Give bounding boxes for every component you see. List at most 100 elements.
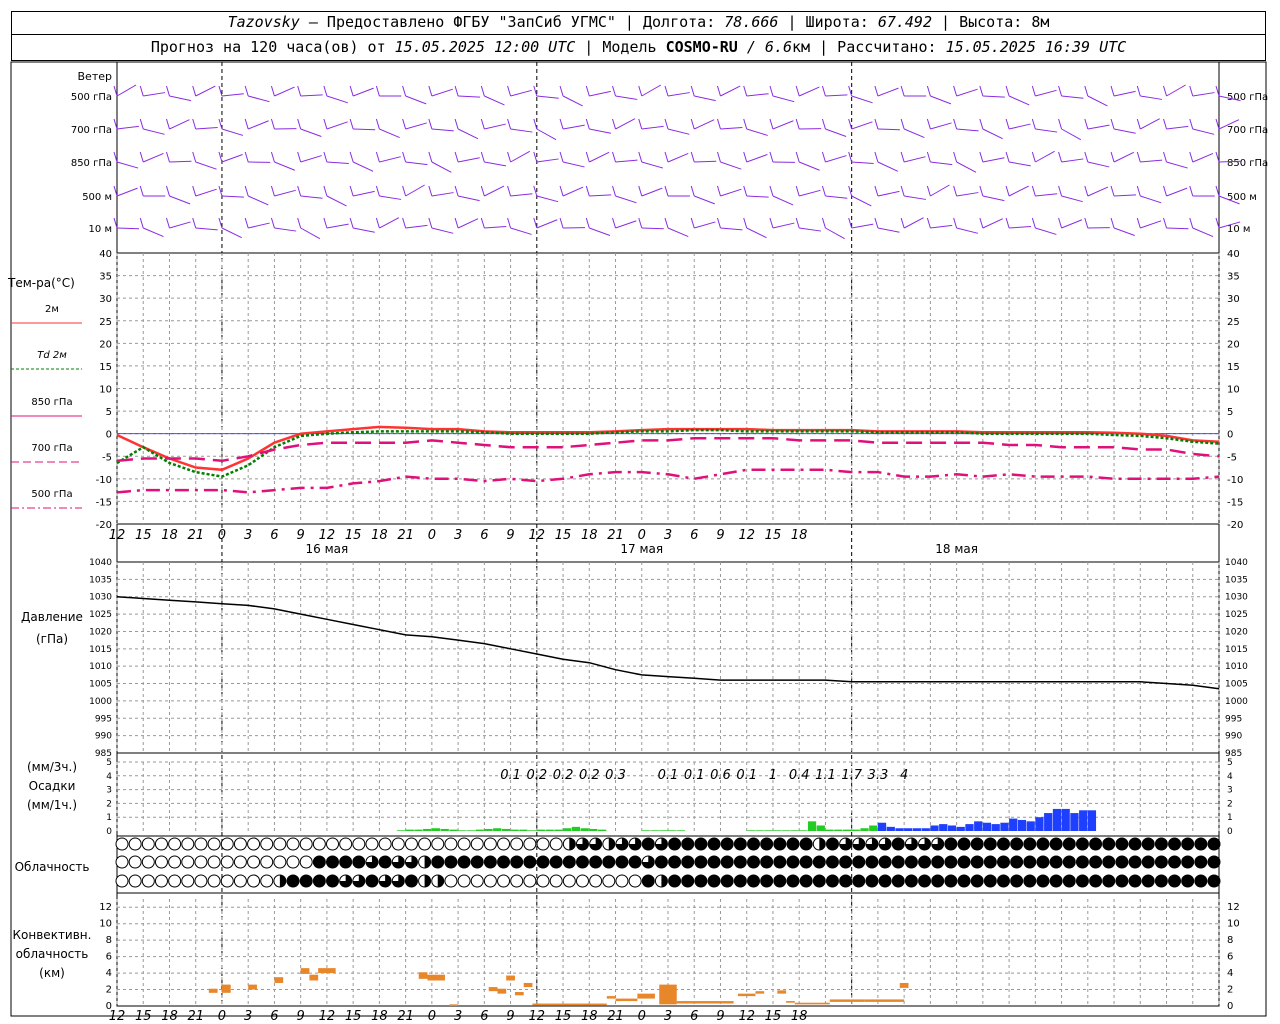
temp-x-tick-label: 0	[428, 528, 436, 543]
wind-barb-shaft	[1087, 124, 1110, 130]
wind-barb-feather	[1163, 151, 1168, 163]
wind-barb-shaft	[1087, 161, 1110, 168]
cloud-circle	[1141, 855, 1155, 869]
cloud-symbol	[470, 837, 484, 851]
cloud-circle	[983, 855, 997, 869]
wind-barb	[218, 118, 244, 136]
wind-barb-shaft	[982, 218, 1004, 229]
conv-tick-label-left: 2	[106, 985, 112, 996]
cloud-symbol	[615, 837, 629, 851]
precip-title-2: Осадки	[29, 779, 76, 793]
cloud-circle	[654, 855, 668, 869]
cloud-symbol	[483, 855, 497, 869]
cloud-symbol	[483, 837, 497, 851]
precip-bar	[589, 828, 598, 831]
wind-barb-shaft	[326, 121, 348, 130]
wind-barb	[1136, 217, 1162, 229]
precip-bar	[939, 824, 948, 831]
wind-barb-feather	[926, 185, 931, 197]
wind-barb	[139, 217, 164, 238]
cloud-symbol	[799, 855, 813, 869]
wind-barb	[533, 85, 559, 99]
wind-barb-shaft	[326, 223, 349, 229]
wind-barb-shaft	[720, 85, 741, 97]
cloud-symbol	[1141, 837, 1155, 851]
wind-barb-feather	[1005, 217, 1010, 229]
wind-barb-shaft	[1035, 128, 1058, 133]
cloud-symbol	[1062, 855, 1076, 869]
cloud-circle	[207, 855, 221, 869]
conv-title-3: (км)	[39, 966, 65, 980]
wind-barb	[165, 185, 191, 205]
wind-barb-feather	[1084, 151, 1089, 163]
wind-level-label: 10 м	[89, 224, 112, 235]
cloud-circle	[273, 837, 287, 851]
wind-barb	[1084, 151, 1110, 168]
wind-barb	[218, 185, 244, 198]
bottom-x-tick-label: 21	[397, 1009, 414, 1024]
wind-level-label: 500 м	[82, 192, 112, 203]
cloud-symbol	[549, 874, 563, 888]
precip-bar	[466, 830, 476, 831]
pressure-tick-label-right: 1005	[1225, 680, 1248, 690]
wind-barb-shaft	[221, 227, 242, 239]
cloud-circle	[194, 837, 208, 851]
wind-barb	[953, 85, 978, 97]
cloud-symbol	[996, 874, 1010, 888]
wind-barb-feather	[926, 217, 931, 229]
cloud-symbol	[681, 837, 695, 851]
cloud-circle	[589, 874, 603, 888]
conv-tick-label-right: 0	[1227, 1001, 1233, 1012]
cloud-fill	[608, 838, 615, 850]
cloud-circle	[549, 837, 563, 851]
wind-barb-feather	[953, 217, 958, 229]
wind-barb	[690, 151, 717, 163]
cloud-circle	[141, 874, 155, 888]
cloud-symbol	[733, 874, 747, 888]
wind-barb-feather	[953, 85, 958, 97]
cloud-circle	[931, 874, 945, 888]
cloud-symbol	[418, 874, 432, 888]
wind-barb-feather	[1136, 217, 1141, 229]
wind-barb-shaft	[641, 84, 662, 97]
cloud-symbol	[247, 837, 261, 851]
wind-barb-shaft	[379, 217, 400, 229]
cloud-symbol	[1049, 855, 1063, 869]
wind-barb	[244, 217, 270, 229]
bottom-x-tick-label: 21	[607, 1009, 624, 1024]
wind-barb	[795, 217, 822, 232]
cloud-symbol	[457, 874, 471, 888]
wind-barb-feather	[480, 118, 485, 130]
cloud-circle	[299, 837, 313, 851]
wind-barb-shaft	[1166, 161, 1188, 169]
wind-barb	[1110, 151, 1135, 163]
cloud-circle	[1181, 837, 1195, 851]
cloud-symbol	[628, 837, 642, 851]
wind-barb	[716, 85, 741, 97]
cloud-circle	[1207, 874, 1221, 888]
wind-barb-shaft	[1009, 161, 1031, 167]
precip-title-1: (мм/3ч.)	[27, 760, 77, 774]
cloud-symbol	[1049, 837, 1063, 851]
wind-barb-shaft	[720, 188, 742, 197]
bottom-x-tick-label: 0	[218, 1009, 226, 1024]
wind-barb-feather	[821, 85, 826, 97]
temp-x-tick-label: 3	[664, 528, 672, 543]
wind-barb	[821, 185, 848, 199]
cloud-circle	[483, 874, 497, 888]
wind-barb-shaft	[930, 95, 952, 105]
wind-barb	[848, 118, 873, 130]
cloud-symbol	[181, 837, 195, 851]
cloud-circle	[1194, 874, 1208, 888]
cloud-circle	[668, 855, 682, 869]
wind-barb-shaft	[903, 217, 924, 229]
wind-barb	[821, 151, 847, 163]
cloud-symbol	[931, 855, 945, 869]
wind-barb	[690, 185, 715, 205]
wind-barb-shaft	[641, 227, 664, 230]
precip-bar	[659, 830, 668, 831]
wind-barb-shaft	[1113, 90, 1136, 97]
cloud-circle	[575, 855, 589, 869]
cloud-circle	[326, 874, 340, 888]
wind-barb-feather	[769, 85, 774, 97]
